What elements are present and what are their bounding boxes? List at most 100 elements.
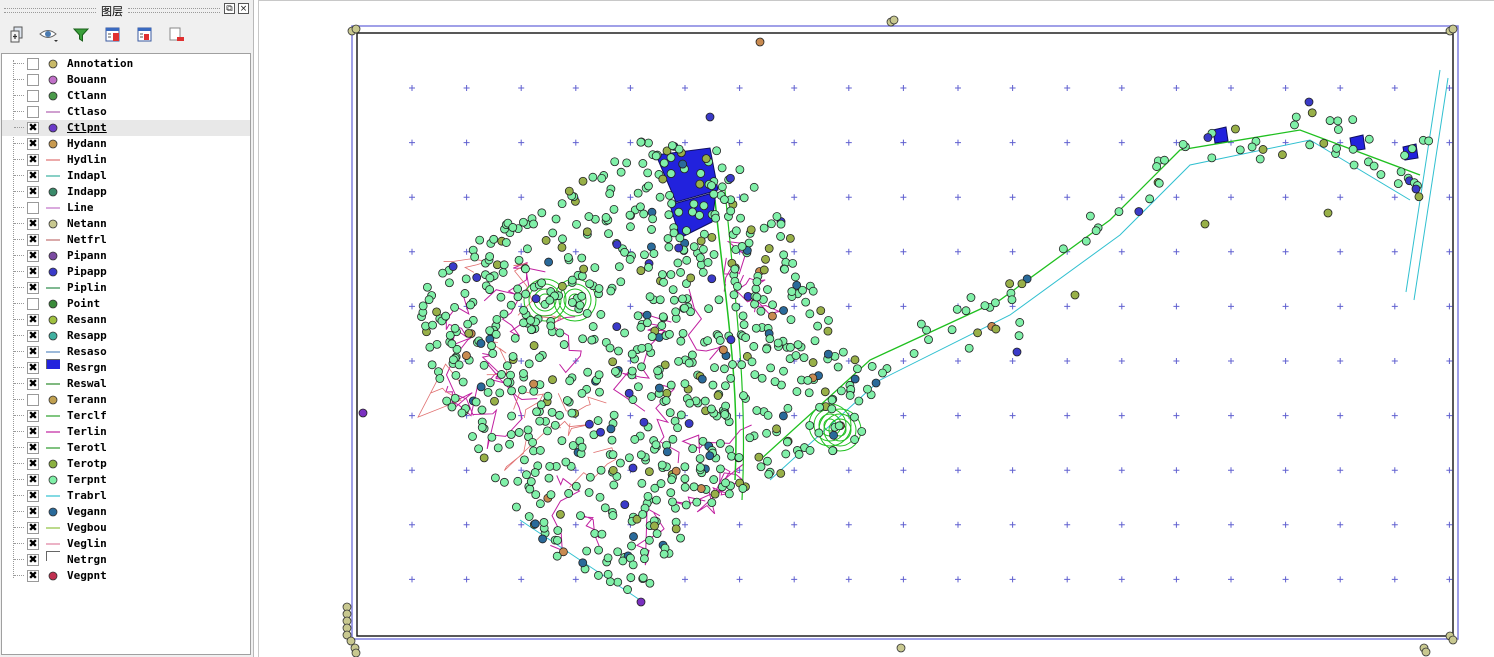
grid-cross [1118,194,1125,201]
layer-visibility-checkbox[interactable]: ✖ [27,362,39,374]
tree-connector [14,463,24,464]
layer-visibility-checkbox[interactable]: ✖ [27,154,39,166]
layer-visibility-checkbox[interactable] [27,394,39,406]
pipapp-point [1012,347,1022,357]
layer-item-resaso[interactable]: ✖ Resaso [2,344,250,360]
layer-visibility-checkbox[interactable]: ✖ [27,266,39,278]
layer-item-vegann[interactable]: ✖ Vegann [2,504,250,520]
layer-item-line[interactable]: Line [2,200,250,216]
filter-icon[interactable] [70,24,92,46]
layer-name-label: Pipapp [67,265,107,278]
float-panel-button[interactable]: ⧉ [224,3,235,14]
layer-visibility-checkbox[interactable]: ✖ [27,490,39,502]
layer-item-ctlann[interactable]: Ctlann [2,88,250,104]
layer-visibility-checkbox[interactable]: ✖ [27,522,39,534]
remove-layer-icon[interactable] [166,24,188,46]
layer-item-point[interactable]: Point [2,296,250,312]
expand-all-icon[interactable] [102,24,124,46]
layer-visibility-checkbox[interactable]: ✖ [27,538,39,550]
layer-item-hydann[interactable]: ✖ Hydann [2,136,250,152]
terpnt-point [783,403,793,413]
layer-item-terpnt[interactable]: ✖ Terpnt [2,472,250,488]
layer-item-netfrl[interactable]: ✖ Netfrl [2,232,250,248]
layer-item-annotation[interactable]: Annotation [2,56,250,72]
layer-visibility-checkbox[interactable]: ✖ [27,218,39,230]
terpnt-point [720,364,729,374]
terpnt-point [551,214,561,224]
layer-item-trabrl[interactable]: ✖ Trabrl [2,488,250,504]
close-panel-button[interactable]: × [238,3,249,14]
layer-item-resapp[interactable]: ✖ Resapp [2,328,250,344]
layer-item-resann[interactable]: ✖ Resann [2,312,250,328]
layer-item-piplin[interactable]: ✖ Piplin [2,280,250,296]
layer-item-terotl[interactable]: ✖ Terotl [2,440,250,456]
layer-item-terann[interactable]: Terann [2,392,250,408]
layer-visibility-checkbox[interactable]: ✖ [27,570,39,582]
drag-grip[interactable] [4,8,96,13]
terpnt-point [909,349,919,358]
layer-item-pipann[interactable]: ✖ Pipann [2,248,250,264]
drag-grip[interactable] [128,8,220,13]
layer-item-terlin[interactable]: ✖ Terlin [2,424,250,440]
layer-visibility-checkbox[interactable]: ✖ [27,506,39,518]
layer-item-vegbou[interactable]: ✖ Vegbou [2,520,250,536]
layer-visibility-checkbox[interactable]: ✖ [27,442,39,454]
panel-title-bar[interactable]: 图层 ⧉ × [0,0,254,18]
layer-item-reswal[interactable]: ✖ Reswal [2,376,250,392]
layer-item-ctlpnt[interactable]: ✖ Ctlpnt [2,120,250,136]
terpnt-point [528,438,537,447]
layer-visibility-checkbox[interactable]: ✖ [27,410,39,422]
terpnt-point [676,336,686,346]
layer-visibility-checkbox[interactable]: ✖ [27,186,39,198]
layer-item-netrgn[interactable]: ✖ Netrgn [2,551,250,568]
layer-item-ctlaso[interactable]: Ctlaso [2,104,250,120]
layer-item-terclf[interactable]: ✖ Terclf [2,408,250,424]
layer-visibility-checkbox[interactable]: ✖ [27,330,39,342]
layer-visibility-checkbox[interactable]: ✖ [27,458,39,470]
layer-item-indapl[interactable]: ✖ Indapl [2,168,250,184]
layer-visibility-checkbox[interactable] [27,90,39,102]
layer-visibility-checkbox[interactable] [27,298,39,310]
terpnt-point [609,480,619,490]
add-layer-icon[interactable] [6,24,28,46]
layer-visibility-checkbox[interactable] [27,58,39,70]
layer-item-veglin[interactable]: ✖ Veglin [2,536,250,552]
layer-visibility-checkbox[interactable]: ✖ [27,282,39,294]
layer-visibility-checkbox[interactable]: ✖ [27,250,39,262]
layer-item-hydlin[interactable]: ✖ Hydlin [2,152,250,168]
line-symbol-icon [46,415,60,417]
layer-item-resrgn[interactable]: ✖ Resrgn [2,359,250,376]
grid-cross [1282,303,1289,310]
layer-visibility-checkbox[interactable]: ✖ [27,122,39,134]
layer-item-vegpnt[interactable]: ✖ Vegpnt [2,568,250,584]
tree-connector [14,63,24,64]
terpnt-point [696,169,706,178]
layer-item-bouann[interactable]: Bouann [2,72,250,88]
visibility-eye-icon[interactable] [38,24,60,46]
layer-visibility-checkbox[interactable] [27,106,39,118]
layer-item-netann[interactable]: ✖ Netann [2,216,250,232]
terpnt-point [578,334,588,344]
terpnt-point [762,428,772,438]
layer-visibility-checkbox[interactable] [27,202,39,214]
terpnt-point [447,339,457,349]
layer-visibility-checkbox[interactable]: ✖ [27,426,39,438]
layer-item-indapp[interactable]: ✖ Indapp [2,184,250,200]
terpnt-point [703,336,713,346]
layer-item-pipapp[interactable]: ✖ Pipapp [2,264,250,280]
layer-visibility-checkbox[interactable]: ✖ [27,554,39,566]
layer-visibility-checkbox[interactable]: ✖ [27,170,39,182]
layer-visibility-checkbox[interactable]: ✖ [27,378,39,390]
terpnt-point [590,529,600,538]
map-canvas[interactable] [258,0,1494,657]
collapse-all-icon[interactable] [134,24,156,46]
layer-visibility-checkbox[interactable]: ✖ [27,314,39,326]
layer-visibility-checkbox[interactable] [27,74,39,86]
terotp-point [1307,108,1317,118]
layer-item-terotp[interactable]: ✖ Terotp [2,456,250,472]
layer-visibility-checkbox[interactable]: ✖ [27,138,39,150]
layer-visibility-checkbox[interactable]: ✖ [27,234,39,246]
layer-name-label: Netfrl [67,233,107,246]
layer-visibility-checkbox[interactable]: ✖ [27,346,39,358]
layer-visibility-checkbox[interactable]: ✖ [27,474,39,486]
